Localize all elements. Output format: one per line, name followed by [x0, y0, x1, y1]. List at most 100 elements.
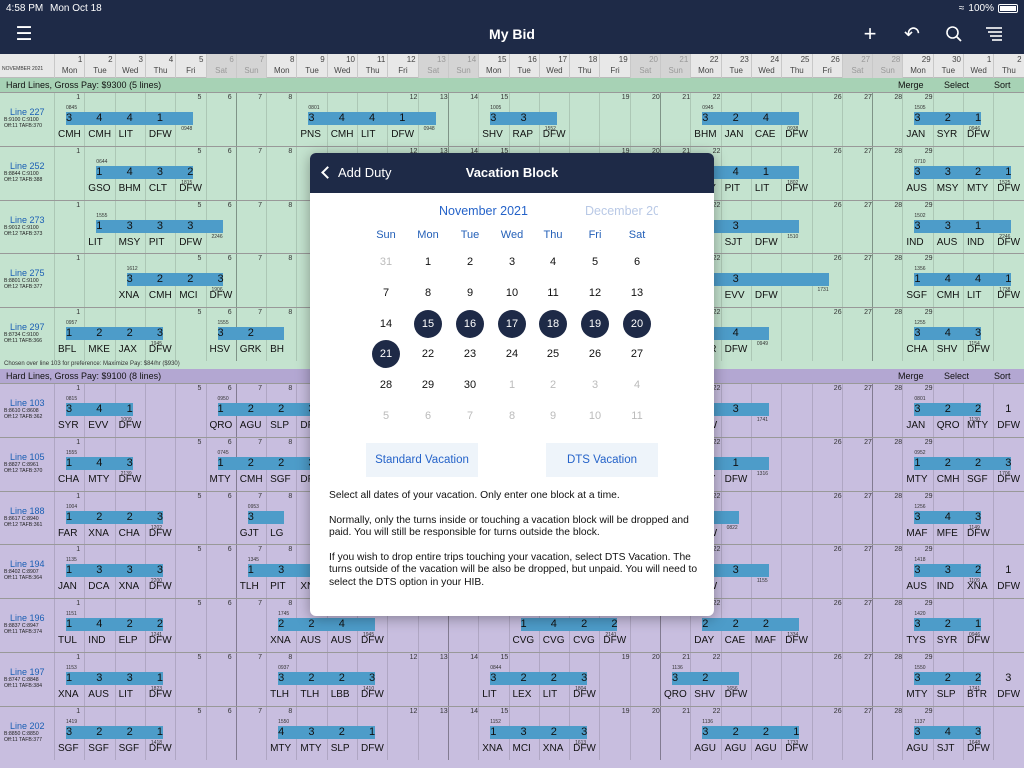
line-label[interactable]: Line 194 B:8402 C:8907 Off:11 TAFB:364: [0, 545, 54, 598]
select-button[interactable]: Select: [944, 80, 969, 90]
trip-bar[interactable]: [66, 564, 163, 578]
line-label[interactable]: Line 197 B:8747 C:8848 Off:11 TAFB:384: [0, 653, 54, 706]
trip-bar[interactable]: [702, 273, 830, 287]
line-label[interactable]: Line 188 B:8617 C:8940 Off:12 TAFB:361: [0, 492, 54, 545]
line-name[interactable]: Line 103: [10, 398, 54, 408]
sort-button[interactable]: Sort: [994, 371, 1011, 381]
merge-button[interactable]: Merge: [898, 371, 924, 381]
line-name[interactable]: Line 197: [10, 667, 54, 677]
line-name[interactable]: Line 273: [10, 215, 54, 225]
line-row[interactable]: 1 5 6 7 8 12 13 14 15 19 20 21 22 26 27 28 29 Line 202 B:8…: [0, 705, 1024, 760]
trip-bar[interactable]: [96, 165, 194, 179]
trip-bar[interactable]: [278, 672, 375, 685]
trip-bar[interactable]: [278, 725, 375, 739]
calendar-day[interactable]: 13: [623, 279, 651, 307]
calendar-day-selected[interactable]: 17: [498, 309, 526, 338]
calendar-day[interactable]: 1: [414, 248, 442, 276]
trip-bar[interactable]: [702, 618, 800, 632]
trip-bar[interactable]: [278, 618, 375, 632]
calendar-day-selected[interactable]: 16: [456, 309, 484, 338]
calendar-day[interactable]: 2: [456, 248, 484, 276]
trip-bar[interactable]: [217, 456, 315, 470]
row-day-number: 15: [500, 707, 509, 715]
trip-bar[interactable]: [217, 403, 315, 416]
calendar-day-selected[interactable]: 19: [581, 309, 609, 338]
trip-bar[interactable]: [66, 618, 163, 632]
select-button[interactable]: Select: [944, 371, 969, 381]
calendar-day[interactable]: 25: [539, 340, 567, 368]
calendar-day[interactable]: 3: [498, 248, 526, 276]
calendar-day[interactable]: 24: [498, 340, 526, 368]
line-label[interactable]: Line 252 B:8844 C:9100 Off:12 TAFB:388: [0, 147, 54, 200]
calendar-day[interactable]: 5: [581, 248, 609, 276]
calendar-day[interactable]: 8: [414, 279, 442, 307]
trip-bar[interactable]: [702, 112, 800, 125]
trip-bar[interactable]: [66, 672, 163, 685]
line-label[interactable]: Line 202 B:8850 C:8850 Off:11 TAFB:377: [0, 707, 54, 760]
calendar-day[interactable]: 9: [456, 279, 484, 307]
trip-bar[interactable]: [914, 219, 1012, 233]
line-name[interactable]: Line 227: [10, 107, 54, 117]
merge-button[interactable]: Merge: [898, 80, 924, 90]
trip-bar[interactable]: [520, 618, 618, 632]
trip-bar[interactable]: [66, 510, 163, 524]
line-label[interactable]: Line 103 B:8610 C:8608 Off:12 TAFB:362: [0, 384, 54, 437]
trip-bar[interactable]: [914, 456, 1012, 470]
dts-vacation-button[interactable]: DTS Vacation: [546, 443, 658, 477]
line-name[interactable]: Line 105: [10, 452, 54, 462]
trip-bar[interactable]: [914, 165, 1012, 179]
sort-button[interactable]: Sort: [994, 80, 1011, 90]
calendar-day[interactable]: 26: [581, 340, 609, 368]
trip-bar[interactable]: [702, 725, 800, 739]
trip-bar[interactable]: [66, 327, 163, 341]
line-label[interactable]: Line 275 B:8801 C:9100 Off:12 TAFB:377: [0, 254, 54, 307]
calendar-day[interactable]: 30: [456, 371, 484, 399]
trip-bar[interactable]: [490, 725, 588, 739]
calendar-day[interactable]: 4: [539, 248, 567, 276]
timeline-day-name: Sat: [851, 66, 864, 75]
search-icon[interactable]: [941, 22, 967, 46]
calendar-day[interactable]: 23: [456, 340, 484, 368]
trip-bar[interactable]: [126, 273, 224, 287]
menu-icon[interactable]: ☰: [11, 22, 37, 46]
calendar-next-month[interactable]: December 20: [585, 204, 658, 218]
trip-bar[interactable]: [702, 165, 800, 179]
calendar-day-selected[interactable]: 18: [539, 309, 567, 338]
standard-vacation-button[interactable]: Standard Vacation: [366, 443, 478, 477]
undo-icon[interactable]: ↶: [899, 22, 925, 46]
calendar-day[interactable]: 29: [414, 371, 442, 399]
trip-bar[interactable]: [702, 219, 800, 233]
line-name[interactable]: Line 188: [10, 506, 54, 516]
line-name[interactable]: Line 297: [10, 322, 54, 332]
line-label[interactable]: Line 297 B:8734 C:9100 Off:11 TAFB:366: [0, 308, 54, 361]
calendar-day[interactable]: 11: [539, 279, 567, 307]
line-name[interactable]: Line 275: [10, 268, 54, 278]
trip-bar[interactable]: [490, 672, 588, 685]
timeline-day-name: Sun: [456, 66, 471, 75]
line-name[interactable]: Line 194: [10, 559, 54, 569]
trip-bar[interactable]: [66, 725, 163, 739]
line-label[interactable]: Line 105 B:8827 C:8961 Off:12 TAFB:370: [0, 438, 54, 491]
line-row[interactable]: 1 5 6 7 8 12 13 14 15 19 20 21 22 26 27 28 29 Line 197 B:8…: [0, 652, 1024, 706]
calendar-day[interactable]: 28: [372, 371, 400, 399]
calendar-day[interactable]: 10: [498, 279, 526, 307]
line-label[interactable]: Line 273 B:9012 C:9100 Off:12 TAFB:373: [0, 201, 54, 254]
line-name[interactable]: Line 196: [10, 613, 54, 623]
calendar-day-selected[interactable]: 15: [414, 309, 442, 338]
calendar-day[interactable]: 14: [372, 310, 400, 338]
line-label[interactable]: Line 196 B:8837 C:8947 Off:11 TAFB:374: [0, 599, 54, 652]
calendar-day[interactable]: 7: [372, 279, 400, 307]
calendar-day[interactable]: 22: [414, 340, 442, 368]
plus-icon[interactable]: +: [857, 21, 883, 46]
line-name[interactable]: Line 202: [10, 721, 54, 731]
calendar-day-selected[interactable]: 20: [623, 309, 651, 338]
trip-bar[interactable]: [914, 273, 1012, 287]
calendar-day[interactable]: 12: [581, 279, 609, 307]
calendar-day-selected[interactable]: 21: [372, 340, 400, 369]
line-label[interactable]: Line 227 B:9100 C:9100 Off:11 TAFB:370: [0, 93, 54, 146]
calendar-day[interactable]: 27: [623, 340, 651, 368]
calendar-day[interactable]: 6: [623, 248, 651, 276]
line-row[interactable]: 1 5 6 7 8 12 13 14 15 19 20 21 22 26 27 28 29 Line 227 B:9…: [0, 92, 1024, 146]
line-name[interactable]: Line 252: [10, 161, 54, 171]
sort-list-icon[interactable]: [981, 22, 1007, 46]
